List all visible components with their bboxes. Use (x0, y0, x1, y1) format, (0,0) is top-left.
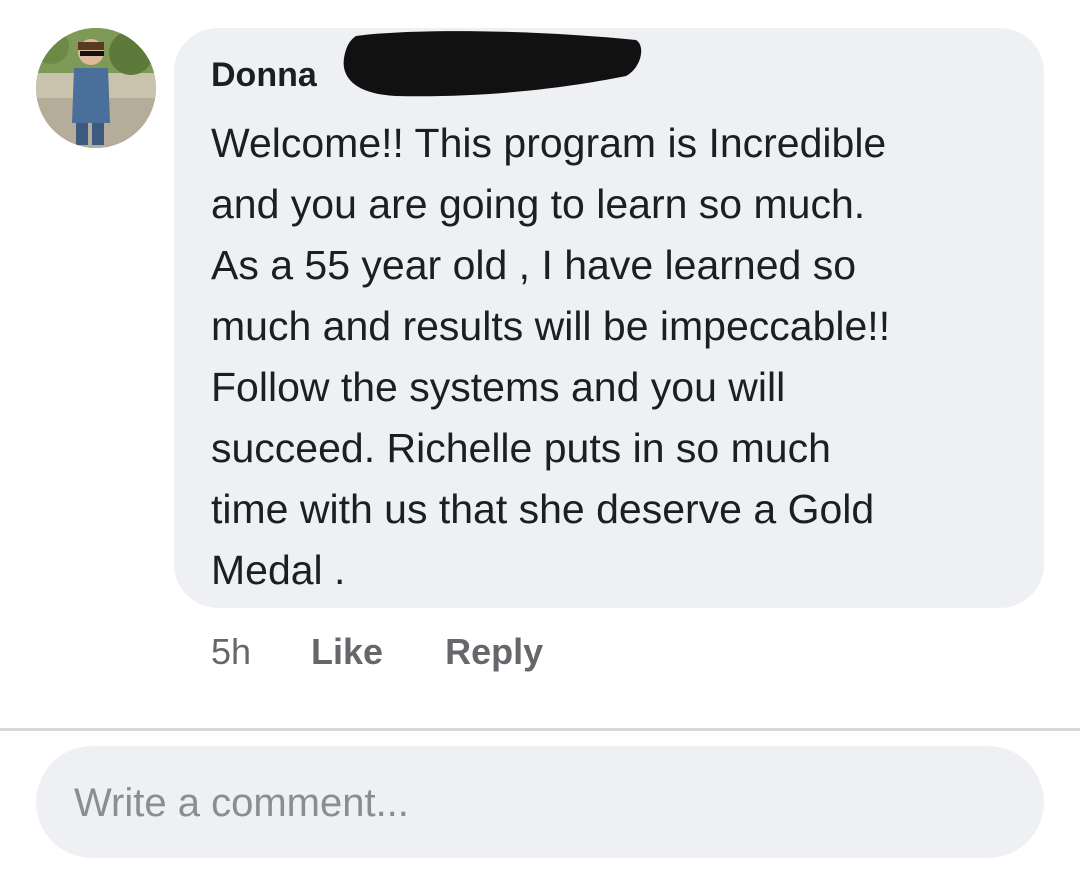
avatar[interactable] (36, 28, 156, 148)
comment-author[interactable]: Donna (211, 31, 1014, 97)
comment-actions: 5h Like Reply (211, 630, 543, 674)
comment-line: succeed. Richelle puts in so much (211, 425, 831, 471)
comment-input[interactable] (72, 746, 1012, 860)
like-button[interactable]: Like (311, 631, 383, 673)
author-name[interactable]: Donna (211, 56, 317, 94)
comment-bubble: Donna Welcome!! This program is Incredib… (174, 28, 1044, 608)
comment-text: Welcome!! This program is Incredible and… (211, 113, 1031, 601)
avatar-photo (36, 28, 156, 148)
comment-timestamp[interactable]: 5h (211, 631, 251, 673)
reply-button[interactable]: Reply (445, 631, 543, 673)
comment-line: As a 55 year old , I have learned so (211, 242, 857, 288)
comment-line: much and results will be impeccable!! (211, 303, 891, 349)
comment-line: Welcome!! This program is Incredible (211, 120, 887, 166)
comment-line: Medal . (211, 547, 346, 593)
redaction-mark (343, 31, 642, 97)
comment-line: and you are going to learn so much. (211, 181, 866, 227)
comment-line: time with us that she deserve a Gold (211, 486, 875, 532)
divider (0, 728, 1080, 731)
comment-line: Follow the systems and you will (211, 364, 786, 410)
comment-composer[interactable] (36, 746, 1044, 860)
